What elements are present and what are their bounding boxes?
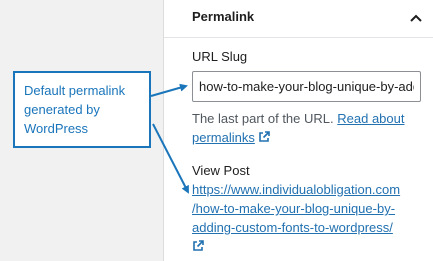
arrow-to-slug [150,83,188,97]
arrow-to-view-post [152,123,189,194]
annotation-arrows [150,83,189,194]
